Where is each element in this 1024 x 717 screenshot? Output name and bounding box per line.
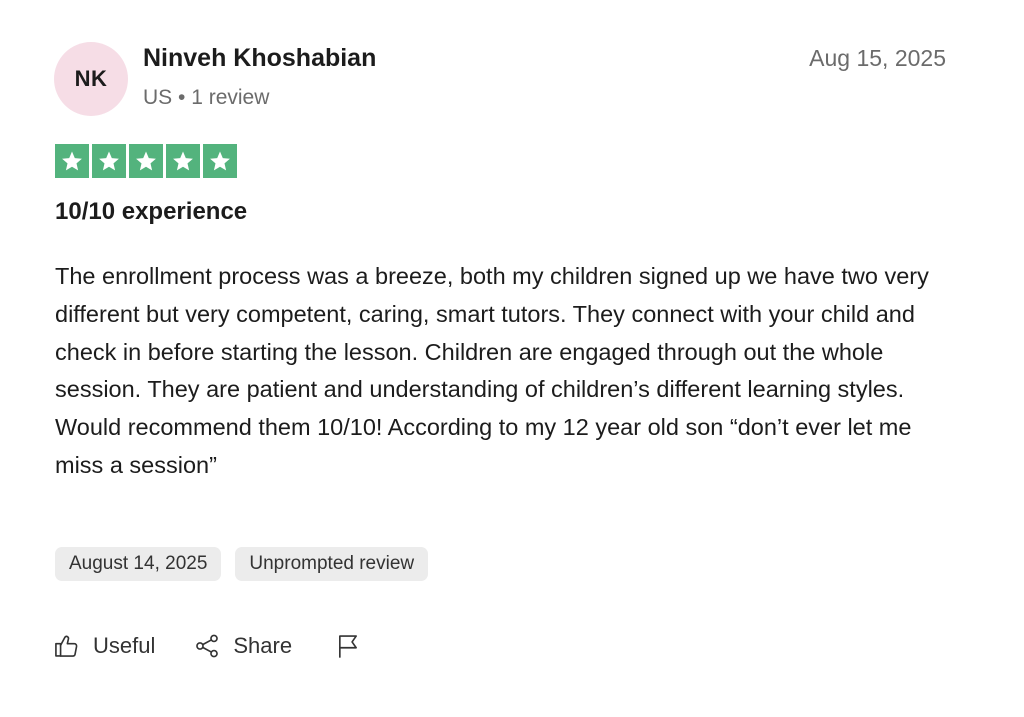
review-date: Aug 15, 2025 bbox=[809, 45, 946, 71]
avatar-initials: NK bbox=[74, 66, 108, 91]
star-icon bbox=[166, 144, 200, 178]
share-icon bbox=[196, 634, 219, 658]
review-actions: Useful Share bbox=[53, 632, 362, 660]
share-button[interactable]: Share bbox=[193, 632, 292, 660]
star-icon bbox=[203, 144, 237, 178]
star-icon bbox=[55, 144, 89, 178]
thumbs-up-icon bbox=[55, 635, 78, 657]
reviewer-meta: US • 1 review bbox=[143, 86, 270, 109]
reviewer-name[interactable]: Ninveh Khoshabian bbox=[143, 44, 376, 73]
star-icon bbox=[129, 144, 163, 178]
star-icon bbox=[92, 144, 126, 178]
share-label: Share bbox=[233, 633, 293, 658]
star-rating bbox=[55, 144, 237, 178]
report-button[interactable] bbox=[334, 632, 362, 660]
review-title: 10/10 experience bbox=[55, 198, 248, 225]
review-card: NK Ninveh Khoshabian US • 1 review Aug 1… bbox=[0, 0, 1024, 717]
review-tags: August 14, 2025 Unprompted review bbox=[55, 547, 429, 581]
useful-button[interactable]: Useful bbox=[53, 632, 155, 660]
flag-icon bbox=[339, 635, 358, 658]
avatar[interactable]: NK bbox=[54, 42, 128, 116]
review-body: The enrollment process was a breeze, bot… bbox=[55, 263, 929, 478]
unprompted-review-tag[interactable]: Unprompted review bbox=[235, 547, 429, 581]
experience-date-tag: August 14, 2025 bbox=[55, 547, 222, 581]
useful-label: Useful bbox=[93, 633, 156, 658]
